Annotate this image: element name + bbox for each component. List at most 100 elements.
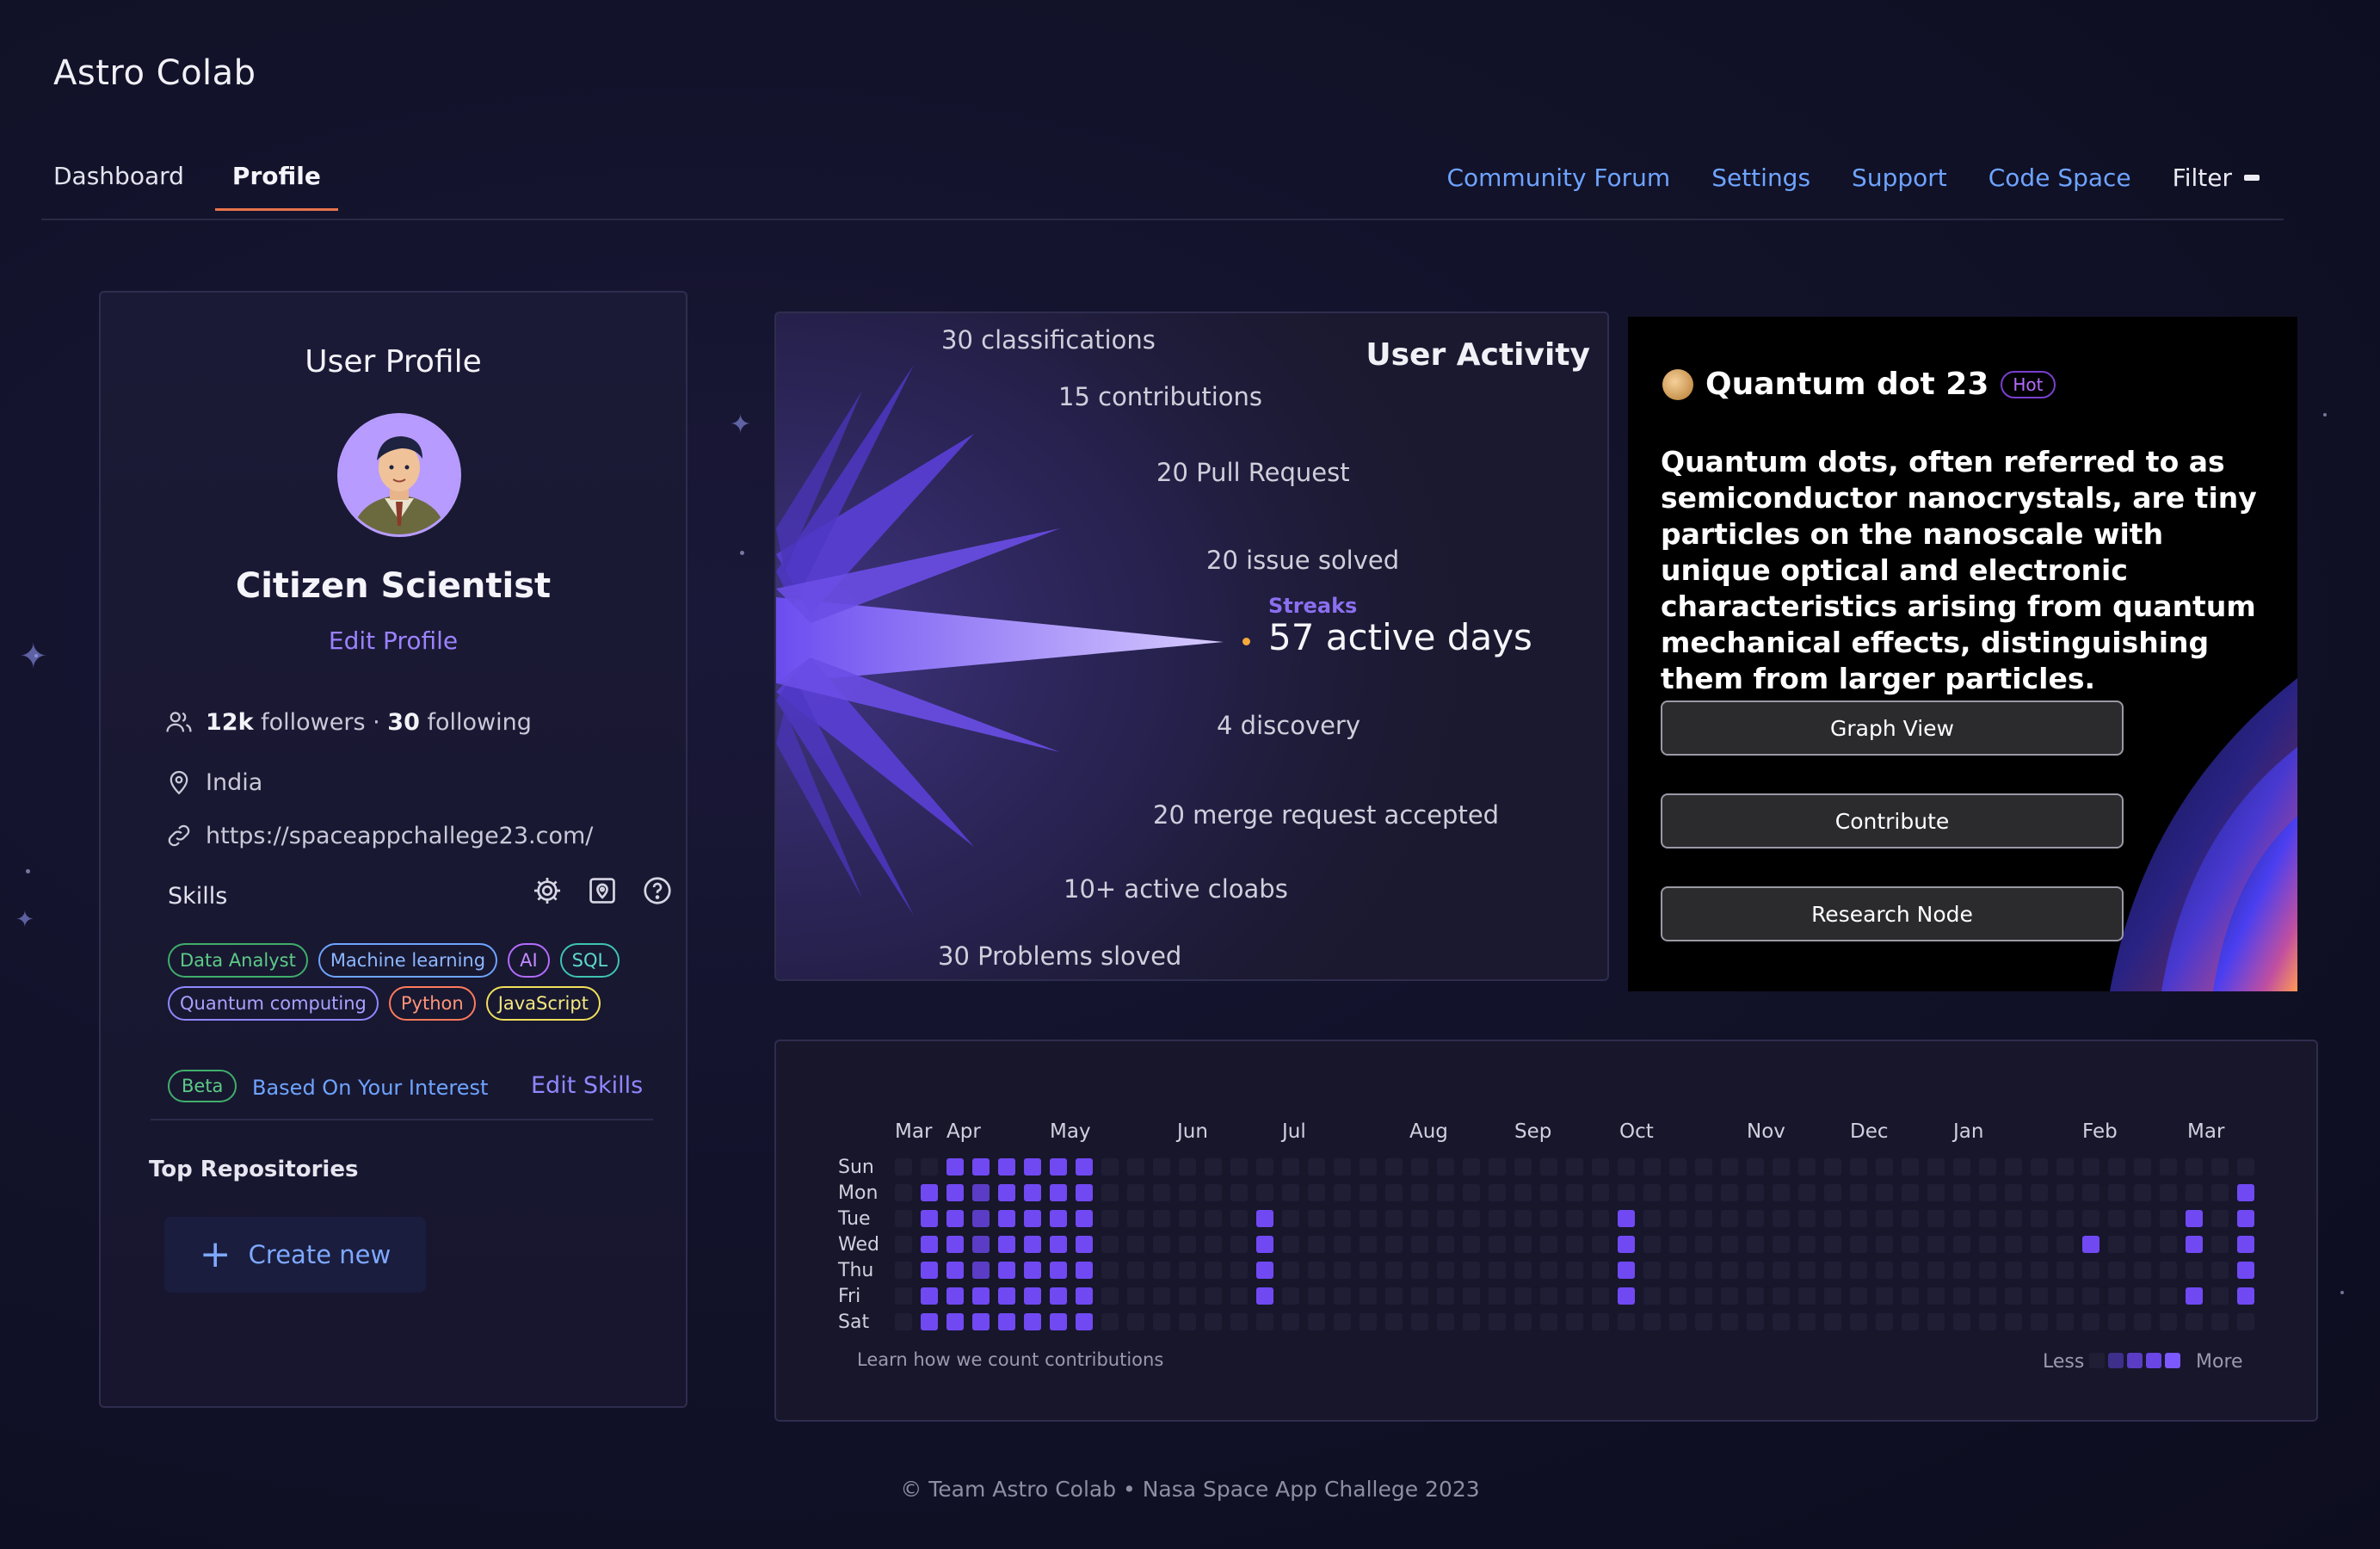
legend-square bbox=[2165, 1353, 2180, 1368]
contribution-cell bbox=[1979, 1210, 1996, 1227]
contribution-cell bbox=[1101, 1313, 1119, 1330]
contribution-cell bbox=[1566, 1287, 1583, 1305]
link-icon bbox=[168, 824, 190, 847]
edit-skills-link[interactable]: Edit Skills bbox=[531, 1072, 643, 1099]
contribution-cell bbox=[1385, 1158, 1403, 1176]
contribution-cell bbox=[921, 1158, 938, 1176]
contribution-cell bbox=[1360, 1184, 1377, 1201]
gear-icon[interactable] bbox=[531, 874, 564, 907]
nav-community-forum[interactable]: Community Forum bbox=[1446, 164, 1670, 192]
contribution-cell bbox=[1876, 1158, 1893, 1176]
contribute-button[interactable]: Contribute bbox=[1661, 793, 2124, 849]
skill-chip[interactable]: AI bbox=[508, 943, 550, 978]
contribution-cell bbox=[2160, 1236, 2177, 1253]
location-badge-icon[interactable] bbox=[586, 874, 619, 907]
contribution-cell bbox=[1230, 1158, 1248, 1176]
contribution-cell bbox=[895, 1184, 912, 1201]
contribution-cell bbox=[1876, 1287, 1893, 1305]
research-node-button[interactable]: Research Node bbox=[1661, 886, 2124, 941]
skill-chip[interactable]: JavaScript bbox=[485, 986, 601, 1021]
graph-view-button[interactable]: Graph View bbox=[1661, 700, 2124, 756]
skill-chip[interactable]: Machine learning bbox=[318, 943, 498, 978]
contribution-cell bbox=[2082, 1262, 2099, 1279]
edit-profile-link[interactable]: Edit Profile bbox=[101, 626, 686, 655]
profile-name: Citizen Scientist bbox=[235, 566, 552, 606]
contribution-cell bbox=[1334, 1313, 1351, 1330]
contribution-cell bbox=[1308, 1262, 1325, 1279]
contribution-cell bbox=[2082, 1236, 2099, 1253]
contribution-cell bbox=[2005, 1210, 2022, 1227]
contribution-cell bbox=[1592, 1287, 1609, 1305]
nav-support[interactable]: Support bbox=[1852, 164, 1947, 192]
website-link[interactable]: https://spaceappchallege23.com/ bbox=[206, 823, 593, 849]
tab-dashboard[interactable]: Dashboard bbox=[53, 162, 184, 211]
contribution-cell bbox=[1256, 1313, 1273, 1330]
activity-item: 20 issue solved bbox=[1206, 546, 1400, 575]
contribution-cell bbox=[2134, 1262, 2151, 1279]
contribution-cell bbox=[1824, 1287, 1841, 1305]
contribution-cell bbox=[2134, 1210, 2151, 1227]
contribution-cell bbox=[921, 1236, 938, 1253]
nav-settings[interactable]: Settings bbox=[1711, 164, 1810, 192]
filter-button[interactable]: Filter bbox=[2173, 164, 2260, 192]
help-icon[interactable] bbox=[641, 874, 674, 907]
contribution-cell bbox=[2211, 1236, 2229, 1253]
activity-item: 30 Problems sloved bbox=[938, 941, 1182, 971]
contribution-cell bbox=[1437, 1210, 1454, 1227]
contribution-cell bbox=[1747, 1210, 1764, 1227]
nav-code-space[interactable]: Code Space bbox=[1988, 164, 2131, 192]
contribution-cell bbox=[2160, 1287, 2177, 1305]
skill-chip[interactable]: Data Analyst bbox=[168, 943, 308, 978]
contribution-cell bbox=[1669, 1236, 1686, 1253]
contribution-cell bbox=[1902, 1210, 1919, 1227]
contribution-cell bbox=[1979, 1287, 1996, 1305]
contribution-cell bbox=[1592, 1236, 1609, 1253]
create-new-button[interactable]: + Create new bbox=[164, 1217, 426, 1293]
contribution-cell bbox=[1773, 1210, 1790, 1227]
contribution-cell bbox=[1076, 1184, 1093, 1201]
skill-chip[interactable]: Quantum computing bbox=[168, 986, 379, 1021]
contribution-cell bbox=[1850, 1262, 1867, 1279]
contribution-cell bbox=[1308, 1313, 1325, 1330]
contribution-cell bbox=[1360, 1313, 1377, 1330]
contribution-cell bbox=[1721, 1236, 1738, 1253]
contribution-cell bbox=[1205, 1262, 1222, 1279]
contribution-cell bbox=[1282, 1313, 1299, 1330]
month-label: Jul bbox=[1282, 1120, 1306, 1143]
based-on-interest-link[interactable]: Based On Your Interest bbox=[252, 1076, 488, 1100]
app-title: Astro Colab bbox=[53, 53, 256, 93]
tab-profile[interactable]: Profile bbox=[214, 162, 338, 211]
contribution-cell bbox=[1411, 1262, 1428, 1279]
contribution-cell bbox=[1824, 1313, 1841, 1330]
card-divider bbox=[151, 1119, 653, 1120]
contribution-cell bbox=[972, 1184, 990, 1201]
skill-chip[interactable]: SQL bbox=[559, 943, 620, 978]
contribution-cell bbox=[2211, 1210, 2229, 1227]
contribution-cell bbox=[2031, 1236, 2048, 1253]
contribution-cell bbox=[1360, 1210, 1377, 1227]
contribution-cell bbox=[1076, 1158, 1093, 1176]
contribution-cell bbox=[1050, 1158, 1067, 1176]
contribution-cell bbox=[1411, 1236, 1428, 1253]
contribution-cell bbox=[1618, 1210, 1635, 1227]
contribution-cell bbox=[1927, 1210, 1945, 1227]
contribution-cell bbox=[1850, 1158, 1867, 1176]
contribution-cell bbox=[1463, 1287, 1480, 1305]
contribution-cell bbox=[1927, 1236, 1945, 1253]
contribution-cell bbox=[1798, 1184, 1816, 1201]
contribution-cell bbox=[1411, 1287, 1428, 1305]
skill-chip[interactable]: Python bbox=[388, 986, 476, 1021]
contribution-cell bbox=[1566, 1210, 1583, 1227]
contribution-cell bbox=[1514, 1184, 1532, 1201]
contribution-cell bbox=[1850, 1210, 1867, 1227]
contribution-cell bbox=[1050, 1210, 1067, 1227]
contribution-cell bbox=[1489, 1313, 1506, 1330]
contribution-cell bbox=[2211, 1313, 2229, 1330]
contribution-cell bbox=[998, 1287, 1015, 1305]
contribution-cell bbox=[1695, 1210, 1712, 1227]
learn-contributions-link[interactable]: Learn how we count contributions bbox=[857, 1349, 1163, 1370]
contribution-cell bbox=[1953, 1158, 1970, 1176]
contribution-cell bbox=[1024, 1210, 1041, 1227]
contribution-cell bbox=[1540, 1262, 1557, 1279]
beta-badge: Beta bbox=[168, 1070, 237, 1102]
